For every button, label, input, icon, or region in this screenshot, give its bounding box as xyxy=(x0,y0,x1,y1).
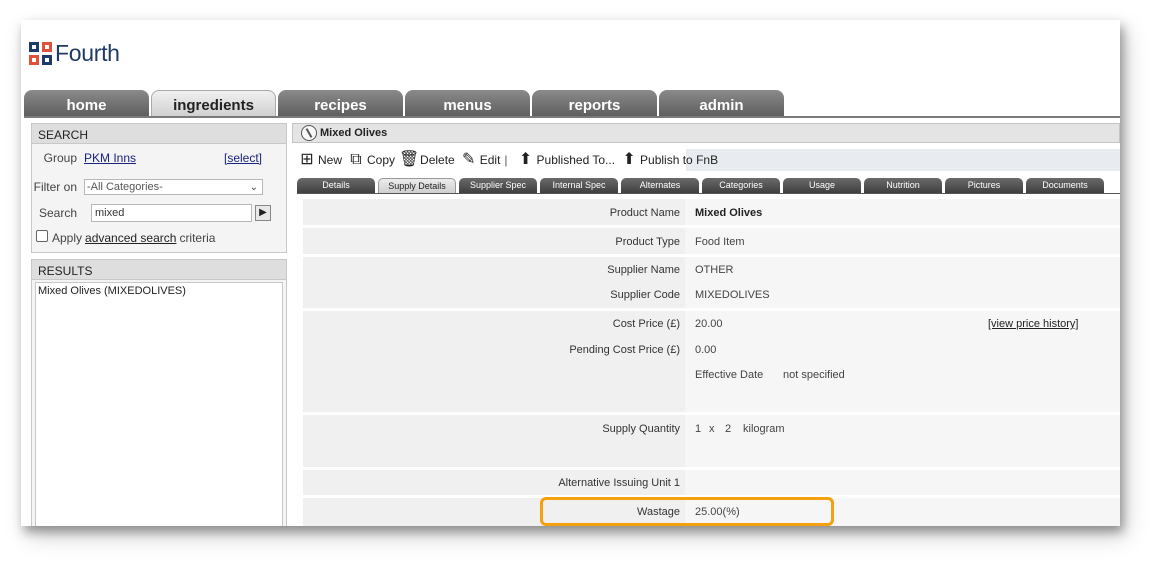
new-button[interactable]: ⊞ New xyxy=(297,150,342,170)
supplier-name-value: OTHER xyxy=(695,264,734,276)
toolbar-separator: | xyxy=(504,153,508,167)
trash-icon: 🗑 xyxy=(399,151,420,168)
edit-button[interactable]: ✎ Edit | xyxy=(459,150,512,170)
pencil-icon: ✎ xyxy=(462,151,476,168)
group-value-link[interactable]: PKM Inns xyxy=(84,151,136,165)
nav-tab-ingredients[interactable]: ingredients xyxy=(151,90,276,116)
list-item[interactable]: Mixed Olives (MIXEDOLIVES) xyxy=(38,285,280,297)
tab-supply-details[interactable]: Supply Details xyxy=(378,178,456,193)
category-filter-value: -All Categories- xyxy=(87,181,163,193)
fourth-logo[interactable]: Fourth xyxy=(29,39,120,67)
chevron-down-icon: ⌄ xyxy=(249,182,258,193)
search-go-button[interactable]: ▶ xyxy=(255,205,271,221)
search-panel: SEARCH Group PKM Inns [select] Filter on… xyxy=(31,123,287,253)
group-label: Group xyxy=(43,151,77,165)
nav-tab-reports[interactable]: reports xyxy=(532,90,657,116)
new-label: New xyxy=(318,153,343,167)
supply-quantity-label: Supply Quantity xyxy=(602,423,680,435)
search-label: Search xyxy=(38,206,77,220)
supply-details-form: Product Name Mixed Olives Product Type F… xyxy=(303,198,1120,526)
supply-quantity-unit: kilogram xyxy=(743,423,785,435)
publish-fnb-button[interactable]: ⬆ Publish to FnB xyxy=(619,150,718,170)
nav-tab-admin[interactable]: admin xyxy=(659,90,784,116)
product-name-label: Product Name xyxy=(609,207,680,219)
tab-pictures[interactable]: Pictures xyxy=(945,178,1023,193)
new-icon: ⊞ xyxy=(300,151,314,168)
supplier-name-label: Supplier Name xyxy=(607,264,680,276)
copy-icon: ⧉ xyxy=(350,151,362,168)
cost-price-value: 20.00 xyxy=(695,318,723,330)
published-to-button[interactable]: ⬆ Published To... xyxy=(516,150,616,170)
item-header: Mixed Olives xyxy=(292,123,1120,143)
tab-alternates[interactable]: Alternates xyxy=(621,178,699,193)
supply-quantity-count: 1 xyxy=(695,423,702,435)
pending-cost-label: Pending Cost Price (£) xyxy=(569,344,680,356)
supplier-code-label: Supplier Code xyxy=(610,289,680,301)
tab-supplier-spec[interactable]: Supplier Spec xyxy=(459,178,537,193)
effective-date-label: Effective Date xyxy=(695,369,764,381)
tabs-divider xyxy=(297,193,1120,194)
group-select-link[interactable]: [select] xyxy=(224,151,262,165)
delete-label: Delete xyxy=(420,153,455,167)
nav-tab-menus[interactable]: menus xyxy=(405,90,530,116)
toolbar-background xyxy=(686,149,1120,171)
nav-tab-home[interactable]: home xyxy=(24,90,149,116)
published-to-label: Published To... xyxy=(536,153,616,167)
tab-internal-spec[interactable]: Internal Spec xyxy=(540,178,618,193)
tab-usage[interactable]: Usage xyxy=(783,178,861,193)
fourth-logo-icon xyxy=(29,41,52,65)
supply-quantity-size: 2 xyxy=(725,423,732,435)
row-alt-issuing xyxy=(303,470,1120,495)
toolbar: ⊞ New ⧉ Copy 🗑 Delete ✎ Edit | ⬆ Publish… xyxy=(297,149,1120,171)
edit-label: Edit xyxy=(479,153,501,167)
wastage-highlight-box xyxy=(540,497,834,526)
detail-tabs: Details Supply Details Supplier Spec Int… xyxy=(297,178,1120,193)
cost-price-label: Cost Price (£) xyxy=(612,318,680,330)
publish-fnb-icon: ⬆ xyxy=(622,151,636,168)
effective-date-value: not specified xyxy=(783,369,845,381)
alt-issuing-unit-label: Alternative Issuing Unit 1 xyxy=(558,477,680,489)
tab-nutrition[interactable]: Nutrition xyxy=(864,178,942,193)
results-header: RESULTS xyxy=(32,260,286,280)
arrow-up-icon: ⬆ xyxy=(518,151,533,168)
publish-fnb-label: Publish to FnB xyxy=(640,153,719,167)
logo-text: Fourth xyxy=(55,39,120,66)
copy-label: Copy xyxy=(367,153,396,167)
results-panel: RESULTS Mixed Olives (MIXEDOLIVES) xyxy=(31,259,287,526)
item-title: Mixed Olives xyxy=(320,127,388,139)
apply-prefix: Apply xyxy=(52,231,83,245)
results-list: Mixed Olives (MIXEDOLIVES) xyxy=(35,282,283,526)
supplier-code-value: MIXEDOLIVES xyxy=(695,289,770,301)
advanced-search-checkbox[interactable] xyxy=(36,230,48,242)
product-name-value: Mixed Olives xyxy=(695,207,763,219)
advanced-search-link[interactable]: advanced search xyxy=(85,231,176,245)
filter-label: Filter on xyxy=(33,180,77,194)
supply-quantity-x: x xyxy=(709,423,715,435)
pending-cost-value: 0.00 xyxy=(695,344,717,356)
ingredient-icon xyxy=(301,125,317,141)
product-type-label: Product Type xyxy=(615,236,680,248)
app-window: Fourth home ingredients recipes menus re… xyxy=(21,20,1120,526)
delete-button[interactable]: 🗑 Delete xyxy=(399,150,455,170)
view-price-history-link[interactable]: [view price history] xyxy=(988,318,1078,330)
nav-tab-recipes[interactable]: recipes xyxy=(278,90,403,116)
apply-suffix: criteria xyxy=(179,231,216,245)
main-nav: home ingredients recipes menus reports a… xyxy=(24,90,786,116)
tab-documents[interactable]: Documents xyxy=(1026,178,1104,193)
search-input[interactable]: mixed xyxy=(91,204,252,222)
nav-divider xyxy=(24,116,1120,118)
tab-categories[interactable]: Categories xyxy=(702,178,780,193)
product-type-value: Food Item xyxy=(695,236,745,248)
copy-button[interactable]: ⧉ Copy xyxy=(346,150,395,170)
category-filter-select[interactable]: -All Categories- ⌄ xyxy=(84,179,263,195)
search-header: SEARCH xyxy=(32,124,286,144)
tab-details[interactable]: Details xyxy=(297,178,375,193)
